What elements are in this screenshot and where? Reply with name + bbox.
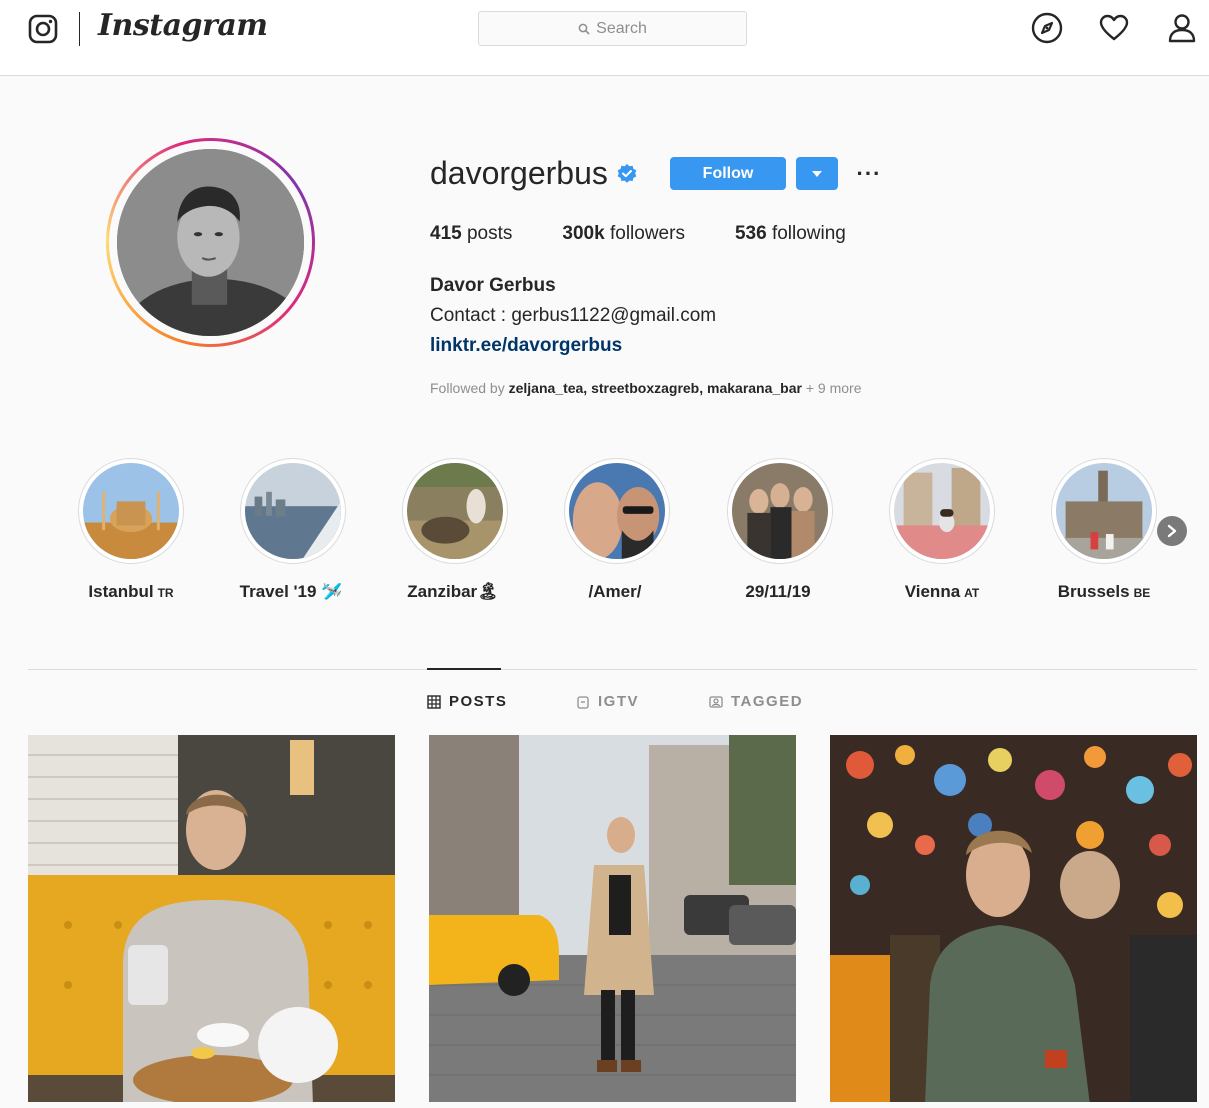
highlight-item[interactable]: /Amer/ <box>552 458 682 602</box>
tab-posts-label: POSTS <box>449 693 508 710</box>
nav-divider <box>79 12 80 46</box>
followed-by[interactable]: Followed by zeljana_tea, streetboxzagreb… <box>430 380 862 396</box>
instagram-glyph-icon[interactable] <box>28 14 58 44</box>
highlight-cover <box>732 463 828 559</box>
profile-full-name: Davor Gerbus <box>430 275 556 296</box>
avatar-photo <box>117 149 304 336</box>
followed-by-more: + 9 more <box>801 380 862 396</box>
stat-posts: 415 posts <box>430 223 512 245</box>
highlights-next-button[interactable] <box>1157 516 1187 546</box>
highlight-label: 29/11/19 <box>745 582 811 601</box>
tabs-divider <box>28 669 1197 670</box>
highlight-cover <box>407 463 503 559</box>
posts-label: posts <box>466 223 513 244</box>
followers-count: 300k <box>562 223 605 244</box>
more-options-button[interactable]: ··· <box>853 160 885 188</box>
search-input[interactable]: Search <box>478 11 747 46</box>
highlight-label: /Amer/ <box>588 582 642 601</box>
post-thumbnail[interactable] <box>28 735 395 1102</box>
profile-stats: 415 posts 300k followers 536 following <box>430 223 896 245</box>
grid-icon <box>427 694 441 709</box>
highlight-cover <box>245 463 341 559</box>
following-count: 536 <box>734 223 767 244</box>
post-thumbnail[interactable] <box>830 735 1197 1102</box>
highlight-label: Istanbul <box>88 582 154 601</box>
highlight-item[interactable]: Vienna AT <box>877 458 1007 602</box>
highlight-country-code: AT <box>964 586 980 600</box>
highlight-label: Brussels <box>1057 582 1130 601</box>
stat-following[interactable]: 536 following <box>735 223 846 245</box>
highlight-country-code: BE <box>1133 586 1151 600</box>
followed-by-names: zeljana_tea, streetboxzagreb, makarana_b… <box>508 380 802 396</box>
chevron-right-icon <box>1167 524 1177 538</box>
tab-tagged[interactable]: TAGGED <box>709 693 803 710</box>
explore-compass-icon[interactable] <box>1031 12 1063 44</box>
active-tab-indicator <box>427 668 501 670</box>
highlight-cover <box>569 463 665 559</box>
highlight-label: Travel '19 🛩️ <box>239 582 343 601</box>
highlight-cover <box>83 463 179 559</box>
top-nav: Instagram Search <box>0 0 1209 76</box>
igtv-icon <box>577 695 589 709</box>
profile-avatar[interactable] <box>106 138 315 347</box>
instagram-wordmark-logo[interactable]: Instagram <box>98 8 268 43</box>
username-text: davorgerbus <box>430 155 608 191</box>
highlight-label: Vienna <box>904 582 961 601</box>
suggested-dropdown-button[interactable] <box>796 157 838 190</box>
verified-badge-icon <box>617 163 637 183</box>
profile-username: davorgerbus <box>430 155 638 192</box>
highlight-item[interactable]: Brussels BE <box>1039 458 1169 602</box>
profile-bio-link[interactable]: linktr.ee/davorgerbus <box>430 335 622 357</box>
highlight-item[interactable]: Zanzibar🏝 <box>390 458 520 602</box>
tab-posts[interactable]: POSTS <box>427 693 507 710</box>
highlight-cover <box>894 463 990 559</box>
highlight-label: Zanzibar🏝 <box>407 582 499 601</box>
highlight-cover <box>1056 463 1152 559</box>
following-label: following <box>771 223 846 244</box>
tab-tagged-label: TAGGED <box>731 693 804 710</box>
tab-igtv-label: IGTV <box>598 693 640 710</box>
posts-count: 415 <box>430 223 462 244</box>
chevron-down-icon <box>812 170 822 177</box>
follow-button[interactable]: Follow <box>670 157 786 190</box>
followed-by-prefix: Followed by <box>430 380 509 396</box>
activity-heart-icon[interactable] <box>1098 12 1130 44</box>
search-placeholder: Search <box>596 19 647 37</box>
highlight-country-code: TR <box>157 586 174 600</box>
stat-followers[interactable]: 300k followers <box>562 223 685 245</box>
highlight-item[interactable]: 29/11/19 <box>715 458 845 602</box>
tab-igtv[interactable]: IGTV <box>576 693 639 710</box>
highlight-item[interactable]: Istanbul TR <box>66 458 196 602</box>
post-thumbnail[interactable] <box>429 735 796 1102</box>
tagged-icon <box>709 695 723 708</box>
profile-user-icon[interactable] <box>1166 12 1198 44</box>
highlight-item[interactable]: Travel '19 🛩️ <box>228 458 358 602</box>
search-icon <box>578 23 590 35</box>
followers-label: followers <box>609 223 685 244</box>
profile-bio: Contact : gerbus1122@gmail.com <box>430 305 717 326</box>
story-highlights: Istanbul TR Travel '19 🛩️ Zanzibar🏝 /Ame… <box>0 458 1209 608</box>
